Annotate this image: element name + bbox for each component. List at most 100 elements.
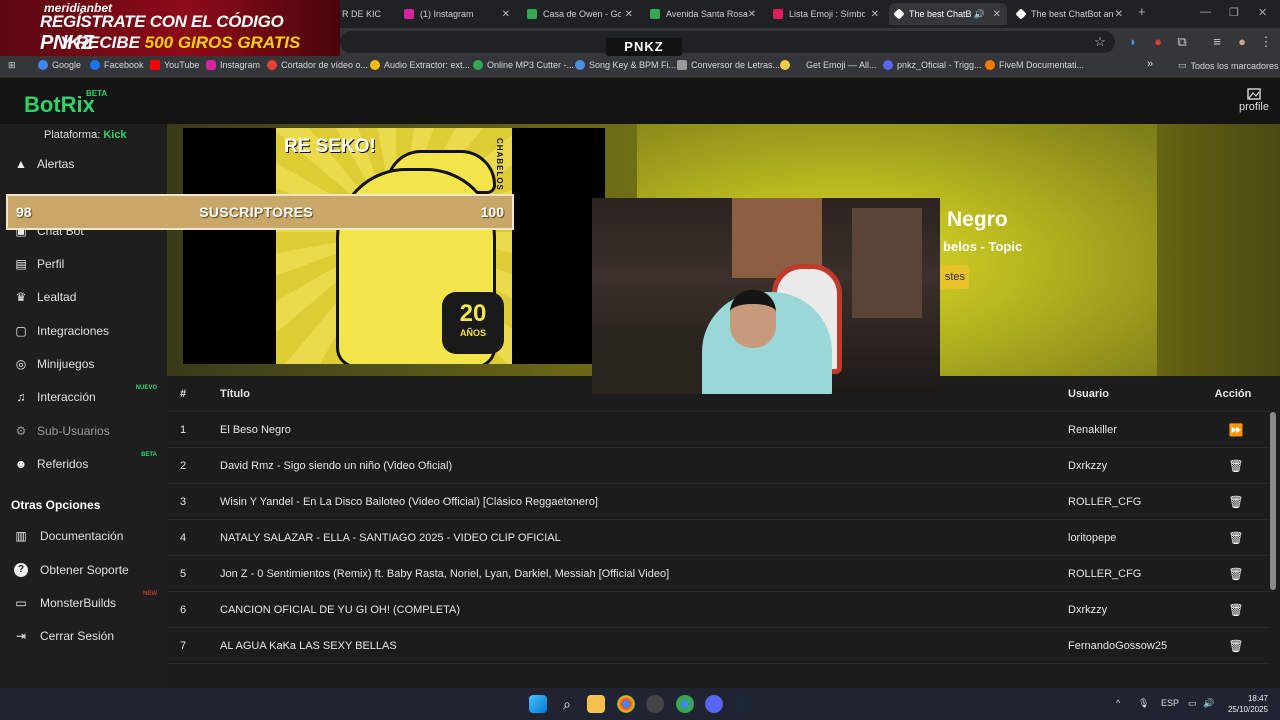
close-icon[interactable]: ✕ bbox=[871, 9, 879, 20]
browser-tab[interactable]: R DE KIC bbox=[336, 3, 398, 25]
bookmark-item[interactable]: Song Key & BPM Fi... bbox=[575, 60, 676, 70]
text-icon bbox=[677, 60, 687, 70]
song-queue-table: # Título Usuario Acción 1 El Beso Negro Re… bbox=[167, 376, 1270, 664]
song-title: Jon Z - 0 Sentimientos (Remix) ft. Baby … bbox=[220, 568, 670, 580]
avatar[interactable]: ● bbox=[1234, 34, 1250, 50]
skip-icon[interactable]: ⏩ bbox=[1221, 412, 1251, 448]
extension-icon[interactable]: ● bbox=[1150, 34, 1166, 50]
requester-username: FernandoGossow25 bbox=[1068, 640, 1168, 652]
tab-label: Casa de Owen - Goo bbox=[543, 9, 621, 19]
sidebar-item-referidos[interactable]: ☻ Referidos BETA bbox=[0, 449, 167, 479]
album-artist-text: CHABELOS bbox=[495, 138, 504, 191]
table-row: 6 CANCION OFICIAL DE YU GI OH! (COMPLETA)… bbox=[167, 592, 1270, 628]
table-row: 7 AL AGUA KaKa LAS SEXY BELLAS FernandoGos… bbox=[167, 628, 1270, 664]
trash-icon[interactable]: 🗑 bbox=[1221, 556, 1251, 592]
sidebar-item-monsterbuilds[interactable]: ▭ MonsterBuilds NEW bbox=[0, 588, 167, 618]
trash-icon[interactable]: 🗑 bbox=[1221, 520, 1251, 556]
chevron-right-icon[interactable]: » bbox=[1147, 58, 1153, 70]
tab-label: Lista Emoji : Símbolo bbox=[789, 9, 865, 19]
brand-logo[interactable]: BotRix bbox=[24, 92, 95, 118]
bookmark-item[interactable]: Cortador de vídeo o... bbox=[267, 60, 368, 70]
bookmark-item[interactable]: YouTube bbox=[150, 60, 199, 70]
bookmark-item[interactable]: pnkz_Oficial - Trigg... bbox=[883, 60, 982, 70]
sidebar-item-sub-usuarios[interactable]: ⚙ Sub-Usuarios bbox=[0, 416, 167, 446]
bookmark-item[interactable]: Online MP3 Cutter -... bbox=[473, 60, 574, 70]
app-header: BotRix BETA profile bbox=[0, 78, 1280, 124]
volume-icon[interactable]: 🔊 bbox=[1203, 698, 1214, 709]
close-icon[interactable]: ✕ bbox=[625, 9, 633, 20]
browser-tab[interactable]: (1) Instagram ✕ bbox=[398, 3, 516, 25]
close-icon[interactable]: ✕ bbox=[748, 9, 756, 20]
browser-tab[interactable]: The best ChatBot an ✕ bbox=[1011, 3, 1129, 25]
discord-icon[interactable] bbox=[705, 695, 723, 713]
sidebar-item-soporte[interactable]: ? Obtener Soporte bbox=[0, 555, 167, 585]
bookmark-item[interactable]: Audio Extractor: ext... bbox=[370, 60, 470, 70]
new-badge: NUEVO bbox=[135, 385, 157, 391]
table-row: 2 David Rmz - Sigo siendo un niño (Video … bbox=[167, 448, 1270, 484]
browser-tab-active[interactable]: The best ChatBot 🔊 ✕ bbox=[889, 3, 1007, 25]
maximize-icon[interactable]: ❐ bbox=[1229, 6, 1239, 19]
song-title: NATALY SALAZAR - ELLA - SANTIAGO 2025 - … bbox=[220, 532, 561, 544]
trash-icon[interactable]: 🗑 bbox=[1221, 484, 1251, 520]
kebab-menu-icon[interactable]: ⋮ bbox=[1258, 34, 1274, 50]
chevron-up-icon[interactable]: ^ bbox=[1116, 698, 1120, 708]
steam-icon[interactable] bbox=[734, 695, 752, 713]
gamepad-icon: ◎ bbox=[15, 357, 27, 371]
obs-icon[interactable] bbox=[646, 695, 664, 713]
browser-tab[interactable]: Avenida Santa Rosa ✕ bbox=[644, 3, 762, 25]
all-bookmarks-button[interactable]: ▭ Todos los marcadores bbox=[1178, 60, 1279, 71]
reading-list-icon[interactable]: ≡ bbox=[1209, 34, 1225, 50]
emoji-icon bbox=[780, 60, 790, 70]
music-icon: ♫ bbox=[16, 390, 26, 404]
botrix-icon bbox=[1015, 8, 1027, 20]
webcam-overlay bbox=[592, 198, 940, 394]
sidebar-item-cerrar-sesion[interactable]: ⇥ Cerrar Sesión bbox=[0, 621, 167, 651]
window-close-icon[interactable]: ✕ bbox=[1258, 6, 1267, 19]
microphone-icon[interactable]: 🎙 bbox=[1138, 698, 1149, 709]
sidebar-item-lealtad[interactable]: ♛ Lealtad bbox=[0, 282, 167, 312]
windows-start-icon[interactable] bbox=[529, 695, 547, 713]
network-icon[interactable]: ▭ bbox=[1188, 698, 1197, 709]
bookmark-item[interactable]: FiveM Documentati... bbox=[985, 60, 1084, 70]
chrome-icon[interactable] bbox=[617, 695, 635, 713]
close-icon[interactable]: ✕ bbox=[502, 9, 510, 20]
star-icon[interactable]: ☆ bbox=[1092, 34, 1108, 50]
search-icon[interactable]: ⌕ bbox=[558, 695, 576, 713]
logout-icon: ⇥ bbox=[15, 629, 27, 643]
apps-icon[interactable]: ⊞ bbox=[8, 60, 16, 71]
address-bar[interactable] bbox=[340, 31, 1115, 53]
sidebar-item-integraciones[interactable]: ▢ Integraciones bbox=[0, 316, 167, 346]
chrome-icon[interactable] bbox=[676, 695, 694, 713]
extension-icon[interactable]: ◗ bbox=[1125, 34, 1141, 50]
clock[interactable]: 18:47 25/10/2025 bbox=[1222, 693, 1268, 715]
bookmark-item[interactable]: Google bbox=[38, 60, 81, 70]
close-icon[interactable]: ✕ bbox=[1115, 9, 1123, 20]
book-icon: ▥ bbox=[15, 529, 27, 543]
bookmark-item[interactable]: Facebook bbox=[90, 60, 144, 70]
close-icon[interactable]: ✕ bbox=[993, 9, 1001, 20]
puzzle-icon[interactable]: ⧉ bbox=[1174, 34, 1190, 50]
sidebar-item-documentacion[interactable]: ▥ Documentación bbox=[0, 521, 167, 551]
language-indicator[interactable]: ESP bbox=[1161, 698, 1179, 708]
trash-icon[interactable]: 🗑 bbox=[1221, 448, 1251, 484]
browser-tab[interactable]: Lista Emoji : Símbolo ✕ bbox=[767, 3, 885, 25]
speaker-icon[interactable]: 🔊 bbox=[974, 9, 985, 20]
profile-button[interactable]: profile bbox=[1238, 88, 1270, 113]
minimize-icon[interactable]: — bbox=[1200, 6, 1211, 18]
instagram-icon bbox=[404, 9, 414, 19]
new-tab-button[interactable]: + bbox=[1138, 4, 1146, 19]
sidebar-item-interaccion[interactable]: ♫ Interacción NUEVO bbox=[0, 382, 167, 412]
sidebar-item-minijuegos[interactable]: ◎ Minijuegos bbox=[0, 349, 167, 379]
trash-icon[interactable]: 🗑 bbox=[1221, 628, 1251, 664]
browser-tab[interactable]: Casa de Owen - Goo ✕ bbox=[521, 3, 639, 25]
maps-icon bbox=[650, 9, 660, 19]
file-explorer-icon[interactable] bbox=[587, 695, 605, 713]
sidebar-item-alertas[interactable]: ▲ Alertas bbox=[0, 149, 167, 179]
trash-icon[interactable]: 🗑 bbox=[1221, 592, 1251, 628]
facebook-icon bbox=[90, 60, 100, 70]
scrollbar[interactable] bbox=[1270, 412, 1276, 590]
bookmark-item[interactable]: Instagram bbox=[206, 60, 260, 70]
sidebar-item-perfil[interactable]: ▤ Perfil bbox=[0, 249, 167, 279]
bookmark-item[interactable]: Get Emoji — All... bbox=[780, 60, 877, 70]
bookmark-item[interactable]: Conversor de Letras... bbox=[677, 60, 780, 70]
